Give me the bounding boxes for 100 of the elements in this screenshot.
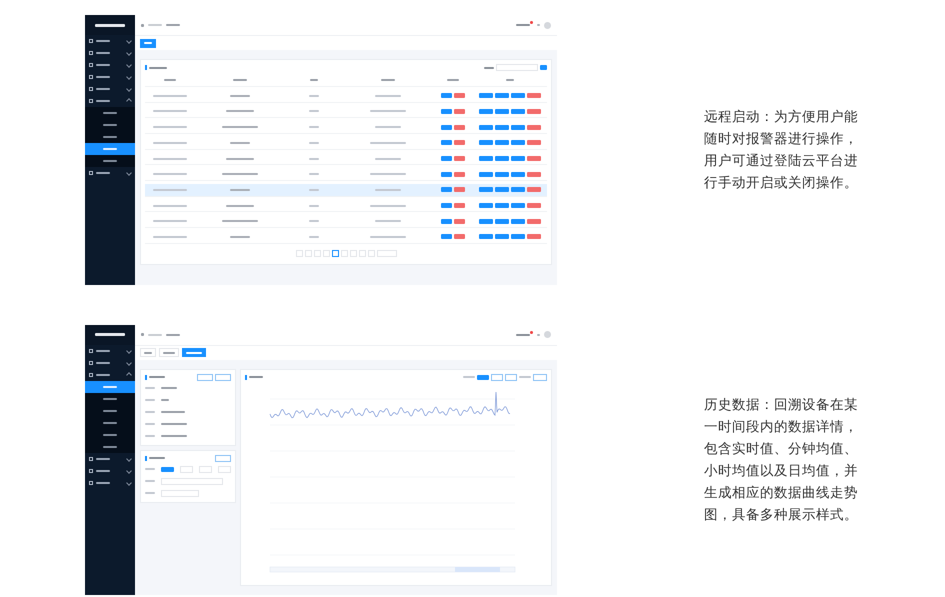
close-button[interactable]	[454, 93, 465, 98]
action-button[interactable]	[511, 187, 525, 192]
action-button[interactable]	[479, 218, 493, 224]
action-button[interactable]	[511, 156, 525, 162]
close-button[interactable]	[454, 156, 465, 162]
action-button[interactable]	[479, 234, 493, 240]
nav-subitem[interactable]	[85, 131, 135, 144]
blurred-label	[153, 142, 187, 144]
blurred-label	[370, 110, 406, 112]
delete-button[interactable]	[527, 124, 541, 130]
open-button[interactable]	[441, 108, 452, 114]
action-button[interactable]	[495, 156, 509, 162]
close-button[interactable]	[454, 124, 465, 130]
action-button[interactable]	[479, 203, 493, 208]
action-button[interactable]	[479, 187, 493, 192]
nav-subitem[interactable]	[85, 380, 135, 393]
open-button[interactable]	[441, 218, 452, 224]
select-field[interactable]	[161, 490, 199, 497]
close-button[interactable]	[454, 203, 465, 208]
close-button[interactable]	[454, 234, 465, 240]
action-button[interactable]	[511, 140, 525, 146]
open-button[interactable]	[441, 124, 452, 130]
page-tab[interactable]	[182, 348, 206, 358]
open-button[interactable]	[441, 172, 452, 177]
action-button[interactable]	[495, 172, 509, 177]
segment-button[interactable]	[161, 466, 174, 472]
delete-button[interactable]	[527, 93, 541, 98]
nav-subitem[interactable]	[85, 143, 135, 156]
blurred-label	[226, 110, 254, 112]
search-button[interactable]	[540, 65, 547, 70]
blurred-label	[96, 458, 110, 460]
close-button[interactable]	[454, 218, 465, 224]
blurred-label	[96, 100, 110, 102]
close-button[interactable]	[454, 172, 465, 177]
action-button[interactable]	[479, 108, 493, 114]
action-button[interactable]	[511, 203, 525, 208]
action-button[interactable]	[479, 140, 493, 146]
action-button[interactable]	[479, 93, 493, 98]
open-button[interactable]	[441, 234, 452, 240]
page-tab[interactable]	[140, 38, 156, 48]
nav-subitem[interactable]	[85, 392, 135, 405]
outline-button[interactable]	[197, 374, 213, 381]
action-button[interactable]	[495, 187, 509, 192]
close-button[interactable]	[454, 187, 465, 192]
delete-button[interactable]	[527, 234, 541, 240]
action-button[interactable]	[479, 124, 493, 130]
blurred-label	[484, 66, 494, 69]
menu-item-icon	[89, 63, 93, 68]
action-button[interactable]	[495, 234, 509, 240]
date-range-field[interactable]	[161, 478, 223, 485]
segment-button[interactable]	[491, 374, 503, 381]
action-button[interactable]	[479, 156, 493, 162]
close-button[interactable]	[454, 140, 465, 146]
action-button[interactable]	[495, 93, 509, 98]
blurred-label	[148, 334, 162, 336]
delete-button[interactable]	[527, 140, 541, 146]
action-button[interactable]	[495, 108, 509, 114]
action-button[interactable]	[511, 172, 525, 177]
table-row[interactable]	[145, 184, 547, 197]
open-button[interactable]	[441, 156, 452, 162]
delete-button[interactable]	[527, 156, 541, 162]
segment-button[interactable]	[477, 374, 489, 380]
open-button[interactable]	[441, 203, 452, 208]
action-button[interactable]	[511, 108, 525, 114]
action-button[interactable]	[495, 218, 509, 224]
export-button[interactable]	[533, 374, 547, 381]
blurred-label	[166, 24, 180, 26]
action-button[interactable]	[511, 218, 525, 224]
action-button[interactable]	[479, 172, 493, 177]
delete-button[interactable]	[527, 187, 541, 192]
open-button[interactable]	[441, 93, 452, 98]
delete-button[interactable]	[527, 108, 541, 114]
chevron-icon	[126, 170, 132, 176]
blurred-label	[153, 204, 187, 207]
action-button[interactable]	[495, 124, 509, 130]
open-button[interactable]	[441, 140, 452, 146]
action-button[interactable]	[511, 234, 525, 240]
blurred-label	[148, 24, 162, 26]
menu-item-icon	[89, 39, 93, 44]
blurred-label	[96, 52, 110, 54]
search-field[interactable]	[496, 64, 538, 72]
open-button[interactable]	[441, 187, 452, 192]
delete-button[interactable]	[527, 218, 541, 224]
outline-button[interactable]	[215, 454, 231, 462]
delete-button[interactable]	[527, 203, 541, 208]
segment-button[interactable]	[505, 374, 517, 381]
action-button[interactable]	[511, 93, 525, 98]
outline-button[interactable]	[215, 374, 231, 381]
action-button[interactable]	[495, 140, 509, 146]
delete-button[interactable]	[527, 172, 541, 177]
close-button[interactable]	[454, 108, 465, 114]
blurred-label	[96, 482, 110, 484]
blurred-label	[149, 457, 165, 460]
action-button[interactable]	[495, 203, 509, 208]
blurred-label	[144, 42, 152, 44]
blurred-label	[222, 220, 258, 222]
action-button[interactable]	[511, 124, 525, 130]
blurred-label	[166, 334, 180, 336]
blurred-label	[103, 422, 117, 424]
blurred-label	[153, 236, 187, 238]
